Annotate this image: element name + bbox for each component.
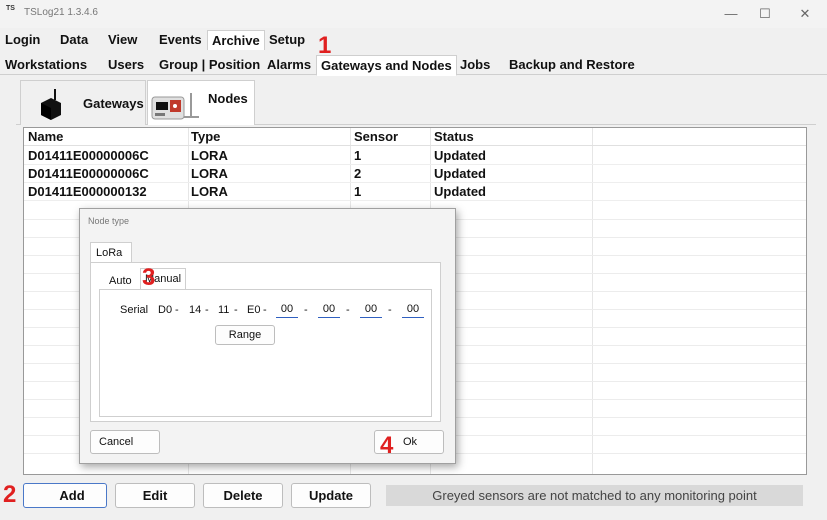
cell-type: LORA [191, 148, 228, 163]
annotation-3: 3 [142, 264, 156, 291]
add-button[interactable]: Add [23, 483, 107, 508]
title-bar: TS TSLog21 1.3.4.6 — ☐ ✕ [0, 0, 827, 28]
gateway-icon [35, 89, 65, 126]
table-row[interactable]: D01411E000000132 LORA 1 Updated [24, 183, 806, 201]
gateways-label: Gateways [83, 96, 144, 111]
nodes-label: Nodes [208, 91, 248, 106]
serial-input-3[interactable]: 00 [360, 300, 382, 318]
manual-panel: Serial D0 - 14 - 11 - E0 - 00 - 00 - 00 … [99, 289, 432, 417]
cell-status: Updated [434, 166, 486, 181]
menu-events[interactable]: Events [155, 30, 206, 50]
serial-input-1[interactable]: 00 [276, 300, 298, 318]
gateway-node-tabs: Gateways Nodes [16, 80, 816, 125]
menu-data[interactable]: Data [56, 30, 92, 50]
tab-jobs[interactable]: Jobs [456, 55, 494, 75]
serial-input-2[interactable]: 00 [318, 300, 340, 318]
node-device-icon [151, 89, 205, 126]
update-button[interactable]: Update [291, 483, 371, 508]
minimize-icon[interactable]: — [716, 4, 746, 24]
dialog-title: Node type [88, 216, 130, 226]
tab-auto[interactable]: Auto [105, 272, 136, 290]
column-header-sensor[interactable]: Sensor [350, 128, 398, 146]
serial-fixed-part: 11 [218, 304, 230, 316]
cell-name: D01411E00000006C [28, 166, 149, 181]
window-title: TSLog21 1.3.4.6 [24, 7, 98, 18]
serial-separator: - [346, 304, 350, 316]
column-header-status[interactable]: Status [430, 128, 474, 146]
annotation-2: 2 [3, 481, 17, 508]
serial-label: Serial [120, 304, 149, 316]
serial-fixed-part: D0 [158, 304, 173, 316]
tab-group-position[interactable]: Group | Position [155, 55, 264, 75]
delete-button[interactable]: Delete [203, 483, 283, 508]
maximize-icon[interactable]: ☐ [750, 4, 780, 24]
app-logo-icon: TS [6, 5, 15, 12]
add-button-label: Add [59, 488, 85, 503]
annotation-4: 4 [380, 432, 394, 459]
cell-sensor: 2 [354, 166, 362, 181]
serial-separator: - [388, 304, 392, 316]
tab-users[interactable]: Users [104, 55, 148, 75]
cell-name: D01411E00000006C [28, 148, 149, 163]
column-header-type[interactable]: Type [187, 128, 220, 146]
cell-type: LORA [191, 166, 228, 181]
edit-button[interactable]: Edit [115, 483, 195, 508]
cell-sensor: 1 [354, 184, 362, 199]
cell-sensor: 1 [354, 148, 362, 163]
menu-view[interactable]: View [104, 30, 141, 50]
tab-lora[interactable]: LoRa [90, 242, 132, 262]
cell-status: Updated [434, 148, 486, 163]
table-header: Name Type Sensor Status [24, 128, 806, 146]
serial-separator: - [234, 304, 238, 316]
menu-setup[interactable]: Setup [265, 30, 309, 50]
serial-separator: - [263, 304, 267, 316]
serial-separator: - [205, 304, 209, 316]
tab-gateways-and-nodes[interactable]: Gateways and Nodes [316, 55, 457, 76]
cancel-button[interactable]: Cancel [90, 430, 160, 454]
archive-tabs: Workstations Users Group | Position Alar… [0, 55, 827, 76]
column-header-name[interactable]: Name [24, 128, 63, 146]
serial-fixed-part: E0 [247, 304, 261, 316]
range-button[interactable]: Range [215, 325, 275, 345]
serial-separator: - [175, 304, 179, 316]
menu-archive[interactable]: Archive [207, 30, 265, 50]
serial-input-4[interactable]: 00 [402, 300, 424, 318]
serial-separator: - [304, 304, 308, 316]
cell-name: D01411E000000132 [28, 184, 147, 199]
table-row[interactable]: D01411E00000006C LORA 2 Updated [24, 165, 806, 183]
table-row[interactable]: D01411E00000006C LORA 1 Updated [24, 147, 806, 165]
menu-login[interactable]: Login [1, 30, 44, 50]
cell-status: Updated [434, 184, 486, 199]
tab-backup-and-restore[interactable]: Backup and Restore [505, 55, 639, 75]
tab-alarms[interactable]: Alarms [263, 55, 315, 75]
tab-gateways[interactable]: Gateways [20, 80, 146, 125]
tab-nodes[interactable]: Nodes [147, 80, 255, 125]
serial-fixed-part: 14 [189, 304, 202, 316]
node-type-dialog: Node type LoRa Auto Manual Serial D0 - 1… [79, 208, 456, 464]
tab-workstations[interactable]: Workstations [1, 55, 91, 75]
close-icon[interactable]: ✕ [790, 4, 820, 24]
cell-type: LORA [191, 184, 228, 199]
status-message: Greyed sensors are not matched to any mo… [386, 485, 803, 506]
